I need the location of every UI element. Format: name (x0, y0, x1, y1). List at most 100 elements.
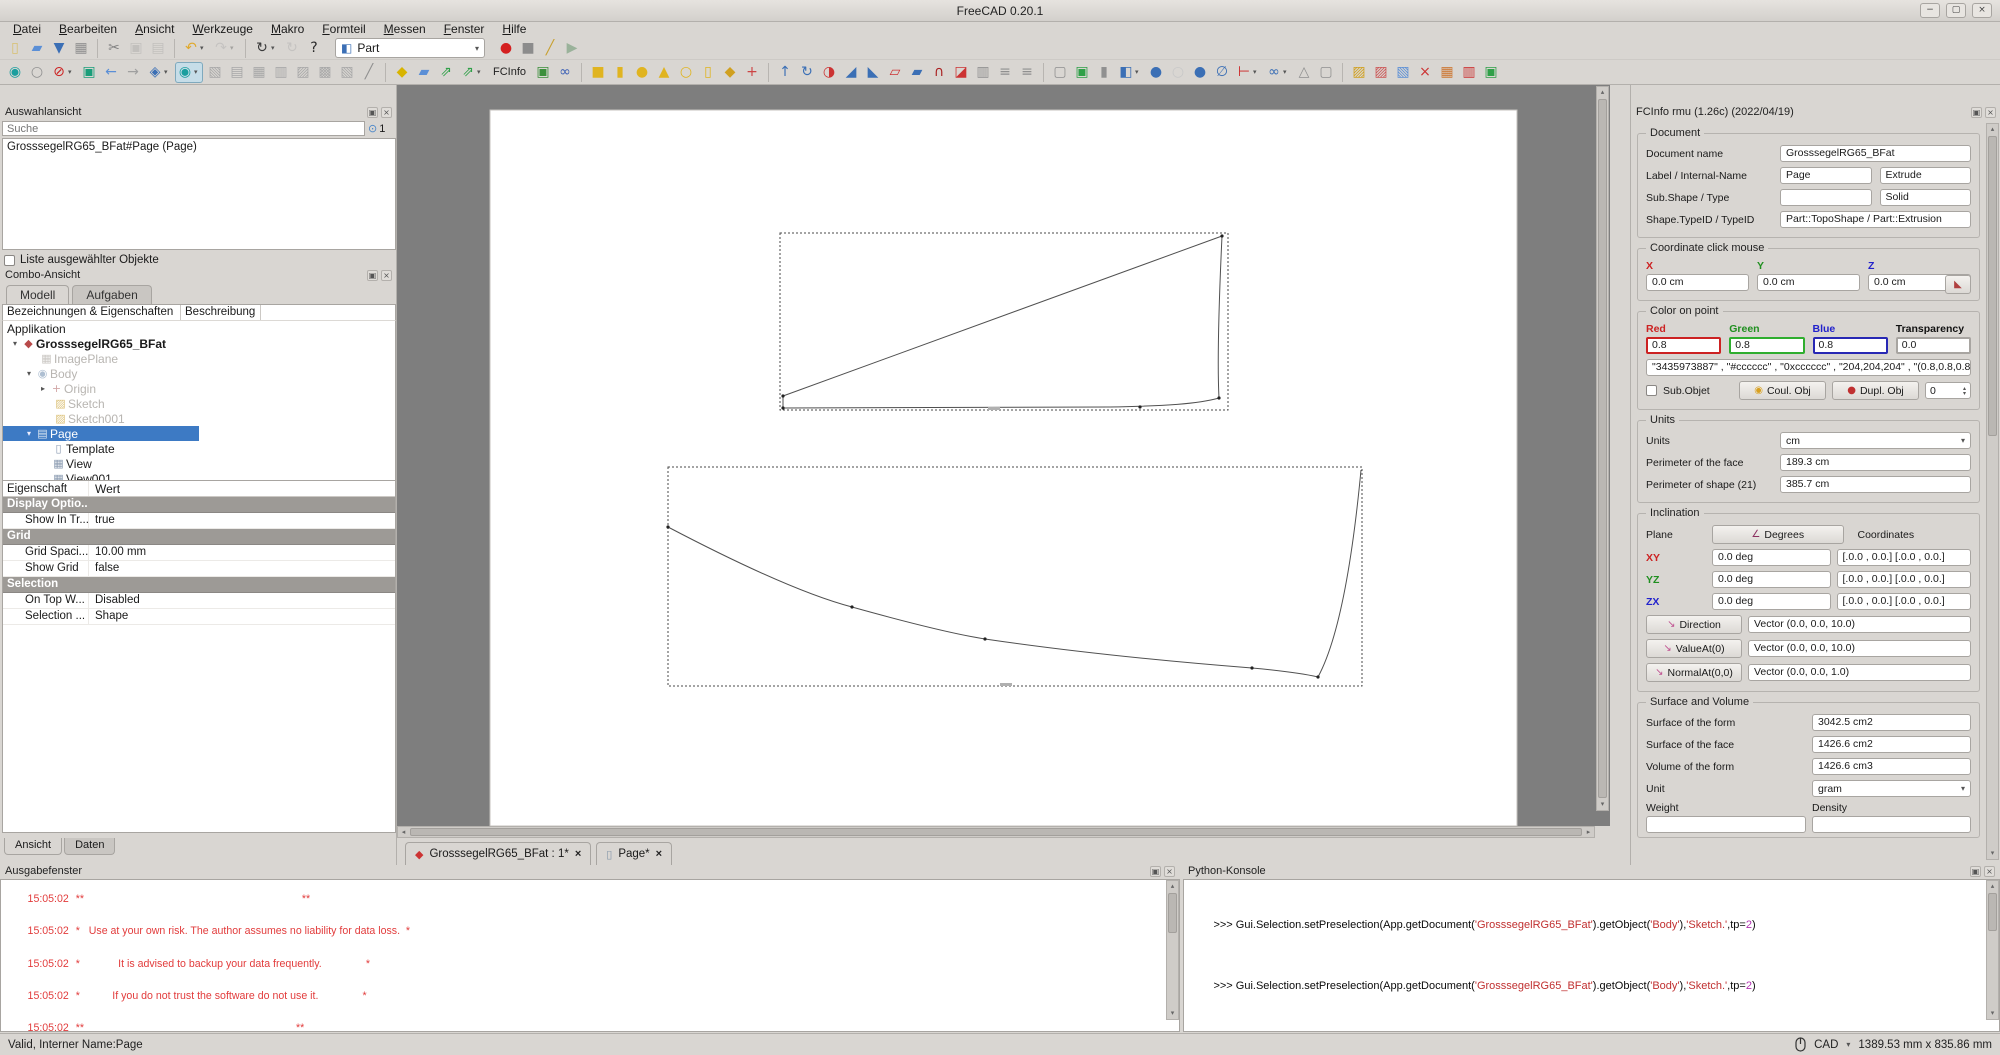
vector-value-field[interactable]: Vector (0.0, 0.0, 1.0) (1748, 664, 1971, 681)
sketch-edit-icon[interactable]: ▨ (1371, 62, 1391, 83)
part-sphere-icon[interactable]: ● (632, 62, 652, 83)
tree-item[interactable]: ▦ ImagePlane (3, 351, 395, 366)
sketch-export-icon[interactable]: ▨ (1349, 62, 1369, 83)
part-sweep-icon[interactable]: ∩ (929, 62, 949, 83)
channel-value-field[interactable]: 0.8 (1813, 337, 1888, 354)
tree-item[interactable]: ▦ View (3, 456, 395, 471)
measure-icon[interactable]: ╱ (359, 62, 379, 83)
macro-stop-icon[interactable]: ■ (518, 38, 538, 59)
macro-edit-icon[interactable]: ╱ (540, 38, 560, 59)
tree-item[interactable]: ▾ ◆ GrosssegelRG65_BFat (3, 336, 395, 351)
whats-this-icon[interactable]: ? (304, 38, 324, 59)
panel-float-button[interactable]: ▣ (1150, 866, 1161, 877)
axonometric-view-icon[interactable]: ◈▾ (145, 62, 173, 83)
part-cross-sections-icon[interactable]: ▥ (973, 62, 993, 83)
tree-item[interactable]: ▸ + Origin (3, 381, 395, 396)
sketch-validate-icon[interactable]: × (1415, 62, 1435, 83)
drawing-page-view[interactable]: ▴ ▾ (397, 85, 1610, 826)
panel-close-button[interactable]: × (381, 270, 392, 281)
menu-item[interactable]: Bearbeiten (50, 22, 126, 37)
part-extrude-icon[interactable]: ↑ (775, 62, 795, 83)
part-cone-icon[interactable]: ▲ (654, 62, 674, 83)
vector-button[interactable]: ↘ NormalAt(0,0) (1646, 663, 1742, 682)
new-file-icon[interactable]: ▯ (5, 38, 25, 59)
vector-value-field[interactable]: Vector (0.0, 0.0, 10.0) (1748, 640, 1971, 657)
sketch-view-icon[interactable]: ▣ (1481, 62, 1501, 83)
search-input[interactable] (2, 121, 365, 136)
boolean-cube-icon[interactable]: ◧▾ (1116, 62, 1144, 83)
axis-value-field[interactable]: 0.0 cm (1757, 274, 1860, 291)
part-loft-icon[interactable]: ▰ (907, 62, 927, 83)
scrollbar-thumb[interactable] (1988, 136, 1997, 436)
sketch-attach-icon[interactable]: ▧ (1393, 62, 1413, 83)
duplicate-count-spinner[interactable]: 0 ▴▾ (1925, 382, 1971, 399)
fcinfo-field[interactable]: 1426.6 cm2 (1812, 736, 1971, 753)
fcinfo-field[interactable]: 385.7 cm (1780, 476, 1971, 493)
macro-run-icon[interactable]: ▶ (562, 38, 582, 59)
document-tab[interactable]: ▯ Page* × (596, 842, 672, 865)
fit-selection-icon[interactable]: ○ (27, 62, 47, 83)
plane-coords-field[interactable]: [.0.0 , 0.0.] [.0.0 , 0.0.] (1837, 549, 1971, 566)
join-connect-icon[interactable]: ∞▾ (1264, 62, 1292, 83)
selected-objects-toggle[interactable]: Liste ausgewählter Objekte (4, 253, 394, 267)
units-select[interactable]: cm ▾ (1780, 432, 1971, 449)
dupl-obj-button[interactable]: ● Dupl. Obj (1832, 381, 1919, 400)
property-row[interactable]: Show Grid false (3, 561, 395, 577)
property-row[interactable]: Selection ... Shape (3, 609, 395, 625)
coul-obj-button[interactable]: ◉ Coul. Obj (1739, 381, 1826, 400)
techdraw-tool-icon[interactable]: ◆ (392, 62, 412, 83)
view-top-icon[interactable]: ▦ (249, 62, 269, 83)
menu-item[interactable]: Werkzeuge (183, 22, 261, 37)
expand-arrow-icon[interactable]: ▾ (23, 369, 35, 378)
cut-icon[interactable]: ✂ (104, 38, 124, 59)
insert-view-icon[interactable]: ⇗▾ (458, 62, 486, 83)
fcinfo-scrollbar[interactable]: ▴ ▾ (1986, 123, 1999, 860)
panel-close-button[interactable]: × (1164, 866, 1175, 877)
view-rear-icon[interactable]: ▨ (293, 62, 313, 83)
density-field[interactable] (1812, 816, 1972, 833)
menu-item[interactable]: Formteil (313, 22, 374, 37)
tree-item[interactable]: ▨ Sketch001 (3, 411, 395, 426)
scroll-down-icon[interactable]: ▾ (1597, 799, 1608, 810)
part-revolve-icon[interactable]: ↻ (797, 62, 817, 83)
point-picker-button[interactable]: ◣ (1945, 275, 1971, 294)
part-shapebuilder-icon[interactable]: + (742, 62, 762, 83)
redo-icon[interactable]: ↷▾ (211, 38, 239, 59)
view-bottom-icon[interactable]: ▩ (315, 62, 335, 83)
sketch-merge-icon[interactable]: ▦ (1437, 62, 1457, 83)
fcinfo-field[interactable]: Part::TopoShape / Part::Extrusion (1780, 211, 1971, 228)
plane-angle-field[interactable]: 0.0 deg (1712, 549, 1831, 566)
fcinfo-field[interactable] (1780, 189, 1872, 206)
fcinfo-field[interactable]: Page (1780, 167, 1872, 184)
part-tube-icon[interactable]: ▯ (698, 62, 718, 83)
chevron-down-icon[interactable]: ▾ (1846, 1040, 1850, 1049)
combo-tab[interactable]: Modell (6, 285, 69, 304)
print-icon[interactable]: ▦ (71, 38, 91, 59)
tree-column-header[interactable]: Beschreibung (181, 305, 261, 320)
scroll-up-icon[interactable]: ▴ (1597, 87, 1608, 98)
scrollbar-thumb[interactable] (1168, 893, 1177, 933)
scroll-up-icon[interactable]: ▴ (1987, 881, 1998, 892)
menu-item[interactable]: Datei (4, 22, 50, 37)
property-value[interactable]: false (89, 561, 119, 576)
panel-float-button[interactable]: ▣ (367, 270, 378, 281)
minimize-button[interactable]: − (1920, 3, 1940, 18)
fcinfo-glasses-icon[interactable]: ∞ (555, 62, 575, 83)
selection-list-item[interactable]: GrosssegelRG65_BFat#Page (Page) (7, 141, 391, 153)
plane-coords-field[interactable]: [.0.0 , 0.0.] [.0.0 , 0.0.] (1837, 571, 1971, 588)
plane-angle-field[interactable]: 0.0 deg (1712, 571, 1831, 588)
part-fillet-icon[interactable]: ◢ (841, 62, 861, 83)
property-row[interactable]: Grid Spaci... 10.00 mm (3, 545, 395, 561)
copy-icon[interactable]: ▣ (126, 38, 146, 59)
close-button[interactable]: × (1972, 3, 1992, 18)
property-value[interactable] (31, 529, 37, 544)
refresh-timer-icon[interactable]: ↻▾ (252, 38, 280, 59)
plane-angle-field[interactable]: 0.0 deg (1712, 593, 1831, 610)
join-cut-icon[interactable]: ⊢▾ (1234, 62, 1262, 83)
fcinfo-field[interactable]: 189.3 cm (1780, 454, 1971, 471)
property-row[interactable]: Show In Tr... true (3, 513, 395, 529)
view-front-icon[interactable]: ▤ (227, 62, 247, 83)
combo-tab[interactable]: Aufgaben (72, 285, 151, 304)
part-cylinder-icon[interactable]: ▮ (610, 62, 630, 83)
tree-item[interactable]: Applikation (3, 321, 395, 336)
